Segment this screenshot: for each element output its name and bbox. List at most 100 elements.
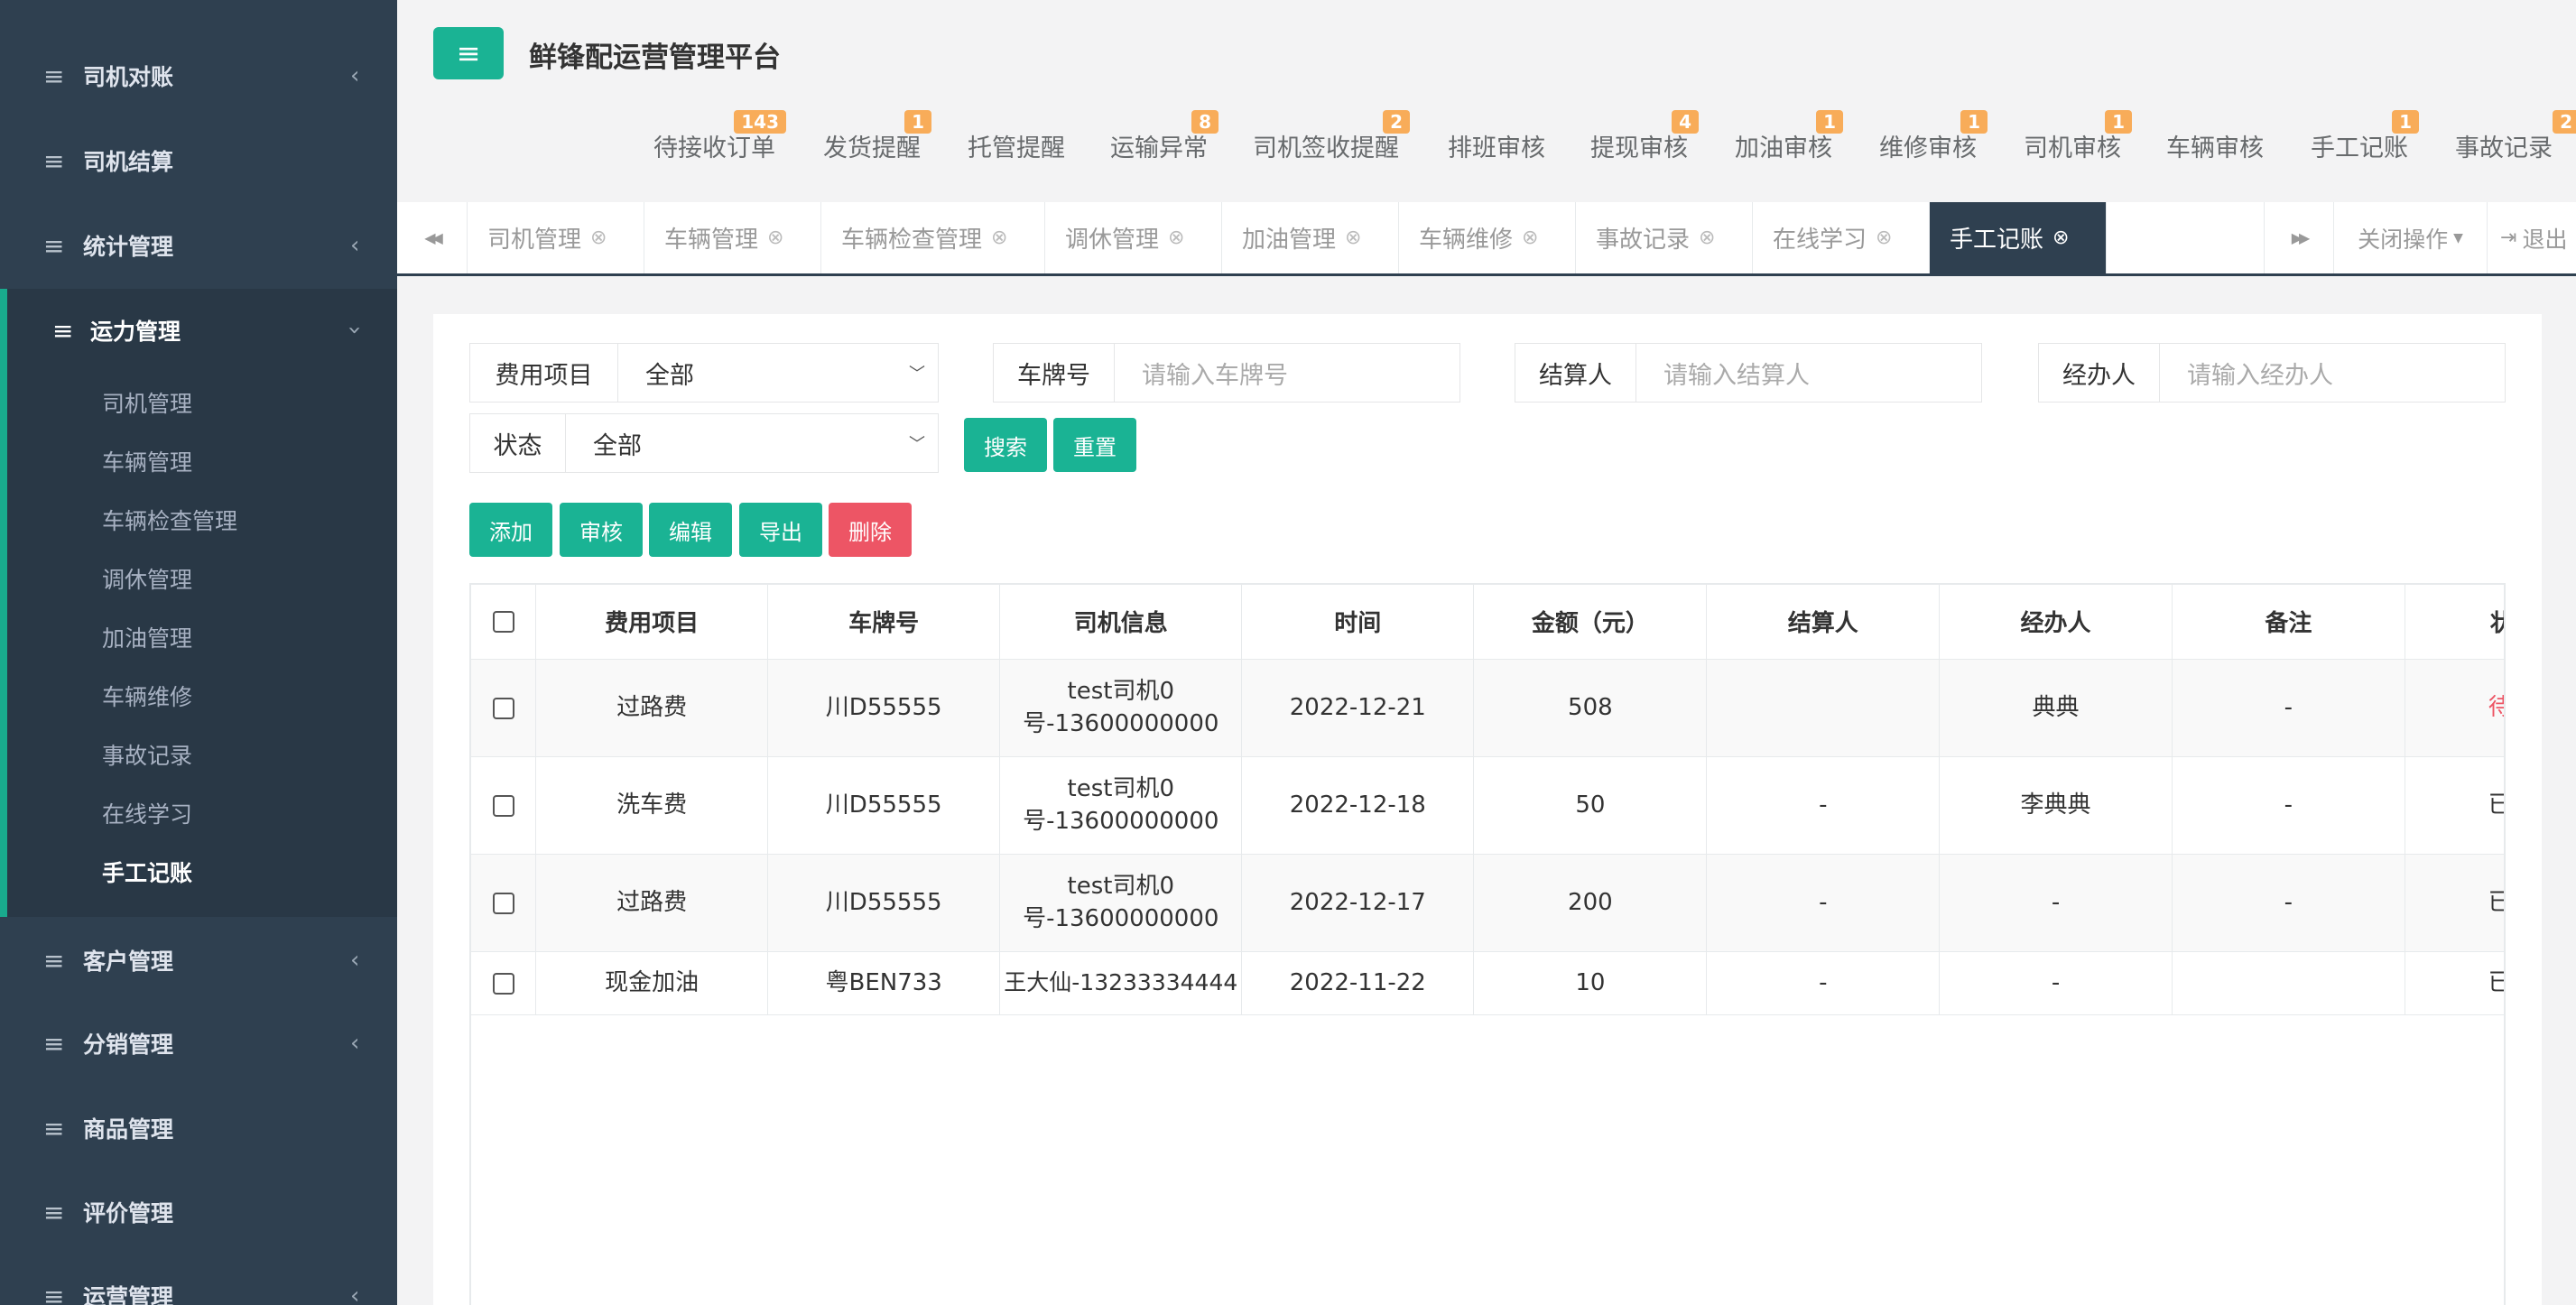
notice-shipping-reminder[interactable]: 发货提醒 1: [823, 110, 931, 163]
status-select[interactable]: 全部 ﹀: [566, 414, 938, 472]
export-button[interactable]: 导出: [739, 503, 822, 557]
tab-vehicle-mgmt[interactable]: 车辆管理 ⊗: [644, 202, 821, 273]
col-settler[interactable]: 结算人: [1706, 585, 1941, 660]
submenu-leave-mgmt[interactable]: 调休管理: [102, 562, 192, 595]
menu-item-driver-reconcile[interactable]: ≡ 司机对账 ‹: [0, 34, 397, 117]
audit-button[interactable]: 审核: [560, 503, 643, 557]
handler-input[interactable]: 请输入经办人: [2160, 344, 2505, 402]
notice-schedule-audit[interactable]: 排班审核: [1448, 128, 1545, 163]
notice-vehicle-audit[interactable]: 车辆审核: [2166, 128, 2264, 163]
notice-repair-audit[interactable]: 维修审核 1: [1879, 110, 1988, 163]
menu-label: 评价管理: [83, 1200, 174, 1226]
table-row[interactable]: 过路费 川D55555 test司机0号-13600000000 2022-12…: [471, 659, 2504, 757]
row-checkbox[interactable]: [471, 659, 537, 757]
col-handler[interactable]: 经办人: [1939, 585, 2173, 660]
submenu-vehicle-repair[interactable]: 车辆维修: [102, 680, 192, 712]
notice-accident-record[interactable]: 事故记录 2: [2455, 110, 2576, 163]
checkbox[interactable]: [492, 611, 514, 634]
submenu-accident-record[interactable]: 事故记录: [102, 738, 192, 771]
menu-item-product[interactable]: ≡ 商品管理: [0, 1087, 397, 1170]
col-fee-item[interactable]: 费用项目: [535, 585, 769, 660]
menu-item-customer[interactable]: ≡ 客户管理 ‹: [0, 919, 397, 1002]
settler-input[interactable]: 请输入结算人: [1636, 344, 1981, 402]
close-icon[interactable]: ⊗: [991, 227, 1007, 249]
row-checkbox[interactable]: [471, 951, 537, 1015]
close-icon[interactable]: ⊗: [1522, 227, 1538, 249]
chevron-down-icon: ﹀: [909, 365, 925, 384]
notice-manual-ledger[interactable]: 手工记账 1: [2311, 110, 2419, 163]
col-amount[interactable]: 金额（元）: [1473, 585, 1708, 660]
submenu-online-learning[interactable]: 在线学习: [102, 797, 192, 829]
cell-time: 2022-11-22: [1241, 951, 1475, 1015]
search-button[interactable]: 搜索: [964, 418, 1047, 472]
menu-item-statistics[interactable]: ≡ 统计管理 ‹: [0, 204, 397, 287]
checkbox[interactable]: [492, 892, 514, 914]
notice-badge: 143: [734, 110, 786, 134]
tab-manual-ledger[interactable]: 手工记账 ⊗: [1930, 202, 2107, 273]
col-status[interactable]: 状: [2405, 585, 2504, 660]
checkbox[interactable]: [492, 794, 514, 817]
menu-item-operation[interactable]: ≡ 运营管理 ‹: [0, 1254, 397, 1305]
submenu-driver-mgmt[interactable]: 司机管理: [102, 386, 192, 419]
notice-driver-signoff[interactable]: 司机签收提醒 2: [1253, 110, 1410, 163]
checkbox[interactable]: [492, 972, 514, 995]
close-operations-dropdown[interactable]: 关闭操作 ▼: [2334, 202, 2488, 273]
col-driver-info[interactable]: 司机信息: [999, 585, 1243, 660]
tab-fuel-mgmt[interactable]: 加油管理 ⊗: [1222, 202, 1399, 273]
menu-icon: ≡: [43, 60, 65, 91]
fee-item-filter: 费用项目 全部 ﹀: [469, 343, 939, 403]
table-row[interactable]: 现金加油 粤BEN733 王大仙-13233334444 2022-11-22 …: [471, 951, 2504, 1015]
submenu-vehicle-mgmt[interactable]: 车辆管理: [102, 445, 192, 477]
select-all-checkbox[interactable]: [471, 585, 537, 660]
edit-button[interactable]: 编辑: [649, 503, 732, 557]
menu-item-distribution[interactable]: ≡ 分销管理 ‹: [0, 1002, 397, 1085]
close-icon[interactable]: ⊗: [1345, 227, 1361, 249]
notice-driver-audit[interactable]: 司机审核 1: [2024, 110, 2132, 163]
close-icon[interactable]: ⊗: [2052, 227, 2069, 249]
tab-accident-record[interactable]: 事故记录 ⊗: [1576, 202, 1753, 273]
row-checkbox[interactable]: [471, 854, 537, 952]
plate-input[interactable]: 请输入车牌号: [1115, 344, 1459, 402]
reset-button[interactable]: 重置: [1053, 418, 1136, 472]
delete-button[interactable]: 删除: [829, 503, 912, 557]
col-remark[interactable]: 备注: [2172, 585, 2405, 660]
add-button[interactable]: 添加: [469, 503, 552, 557]
col-time[interactable]: 时间: [1241, 585, 1475, 660]
col-plate[interactable]: 车牌号: [767, 585, 1001, 660]
tab-driver-mgmt[interactable]: 司机管理 ⊗: [468, 202, 644, 273]
notice-custody-reminder[interactable]: 托管提醒: [968, 128, 1065, 163]
menu-icon: ≡: [43, 1113, 65, 1143]
menu-item-driver-settlement[interactable]: ≡ 司机结算: [0, 119, 397, 202]
tab-vehicle-check[interactable]: 车辆检查管理 ⊗: [821, 202, 1045, 273]
tabs-prev-button[interactable]: ◀◀: [397, 202, 468, 273]
notice-label: 加油审核: [1735, 134, 1832, 162]
close-icon[interactable]: ⊗: [590, 227, 607, 249]
submenu-fuel-mgmt[interactable]: 加油管理: [102, 621, 192, 653]
checkbox[interactable]: [492, 697, 514, 719]
notice-pending-orders[interactable]: 待接收订单 143: [653, 110, 786, 163]
table-row[interactable]: 洗车费 川D55555 test司机0号-13600000000 2022-12…: [471, 756, 2504, 855]
notice-withdraw-audit[interactable]: 提现审核 4: [1590, 110, 1699, 163]
close-icon[interactable]: ⊗: [767, 227, 783, 249]
double-right-icon: ▶▶: [2291, 229, 2311, 246]
tab-online-learning[interactable]: 在线学习 ⊗: [1753, 202, 1930, 273]
cell-handler: 李典典: [1939, 756, 2173, 855]
logout-button[interactable]: ⇥ 退出: [2488, 202, 2576, 273]
tab-label: 调休管理: [1065, 227, 1160, 254]
fee-item-select[interactable]: 全部 ﹀: [618, 344, 938, 402]
close-icon[interactable]: ⊗: [1168, 227, 1184, 249]
table-row[interactable]: 过路费 川D55555 test司机0号-13600000000 2022-12…: [471, 854, 2504, 952]
tab-vehicle-repair[interactable]: 车辆维修 ⊗: [1399, 202, 1576, 273]
nav-toggle-button[interactable]: ≡: [433, 27, 504, 79]
tab-leave-mgmt[interactable]: 调休管理 ⊗: [1045, 202, 1222, 273]
close-icon[interactable]: ⊗: [1876, 227, 1892, 249]
tabs-next-button[interactable]: ▶▶: [2264, 202, 2334, 273]
submenu-manual-ledger[interactable]: 手工记账: [102, 856, 192, 888]
close-icon[interactable]: ⊗: [1699, 227, 1715, 249]
menu-item-capacity[interactable]: ≡ 运力管理 ›: [0, 289, 397, 372]
submenu-vehicle-check[interactable]: 车辆检查管理: [102, 504, 237, 536]
row-checkbox[interactable]: [471, 756, 537, 855]
notice-fuel-audit[interactable]: 加油审核 1: [1735, 110, 1843, 163]
notice-transport-exception[interactable]: 运输异常 8: [1110, 110, 1219, 163]
menu-item-review[interactable]: ≡ 评价管理: [0, 1171, 397, 1254]
